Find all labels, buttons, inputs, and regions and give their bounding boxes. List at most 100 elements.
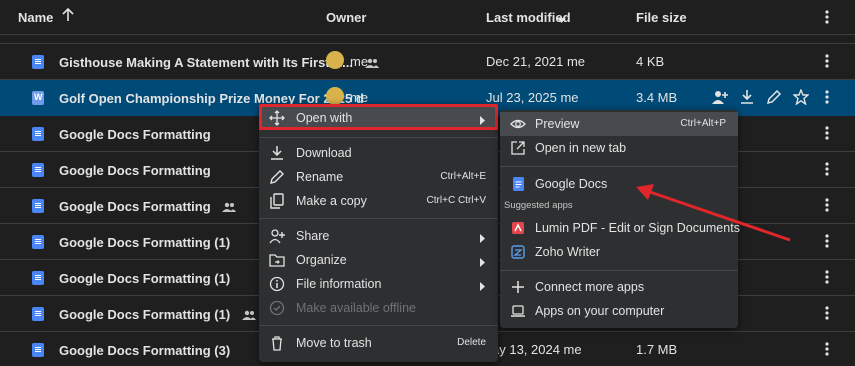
google-docs-file-icon [32, 343, 44, 357]
google-docs-file-icon [32, 55, 44, 69]
eye-icon [510, 116, 526, 132]
row-more-icon[interactable] [820, 197, 834, 215]
submenu-item-apps-on-computer[interactable]: Apps on your computer [500, 299, 738, 323]
word-file-icon: W [32, 91, 44, 105]
file-name: Google Docs Formatting (1) [59, 307, 256, 323]
column-file-size[interactable]: File size [636, 10, 687, 25]
sort-arrow-up-icon[interactable] [62, 7, 74, 25]
rename-pencil-icon[interactable] [766, 89, 782, 105]
download-icon[interactable] [739, 89, 755, 105]
share-person-add-icon[interactable] [712, 89, 728, 105]
sort-caret-down-icon[interactable] [557, 12, 566, 27]
size-text: 4 KB [636, 54, 665, 69]
submenu-label: Google Docs [535, 177, 608, 191]
menu-divider [259, 325, 498, 326]
submenu-shortcut: Ctrl+Alt+P [680, 118, 726, 129]
row-more-icon[interactable] [820, 125, 834, 143]
submenu-item-google-docs[interactable]: Google Docs [500, 172, 738, 196]
menu-divider [259, 137, 498, 138]
shared-people-icon [222, 200, 237, 215]
open-with-submenu: Preview Ctrl+Alt+P Open in new tab Googl… [500, 110, 740, 328]
menu-label: Move to trash [296, 336, 372, 350]
menu-shortcut: Ctrl+C Ctrl+V [426, 195, 486, 206]
folder-move-icon [269, 252, 285, 268]
annotation-highlight-box [259, 104, 498, 130]
zoho-writer-icon [510, 244, 526, 260]
file-name: Google Docs Formatting (1) [59, 271, 231, 286]
menu-label: Make available offline [296, 301, 416, 315]
suggested-apps-heading: Suggested apps [504, 200, 573, 211]
lumin-pdf-icon [510, 220, 526, 236]
word-file-letter: W [34, 92, 43, 102]
submenu-label: Preview [535, 117, 580, 131]
row-more-icon[interactable] [820, 89, 834, 107]
person-add-icon [269, 228, 285, 244]
owner-text: me [350, 54, 369, 69]
table-row[interactable]: Gisthouse Making A Statement with Its Fi… [0, 44, 855, 80]
menu-label: Share [296, 229, 330, 243]
submenu-item-preview[interactable]: Preview Ctrl+Alt+P [500, 112, 738, 136]
menu-label: Download [296, 146, 352, 160]
modified-text: ay 13, 2024 me [492, 342, 582, 357]
copy-icon [269, 193, 285, 209]
info-icon [269, 276, 285, 292]
offline-check-icon [269, 300, 285, 316]
modified-text: Dec 21, 2021 me [486, 54, 586, 69]
submenu-label: Apps on your computer [535, 304, 665, 318]
file-name: Google Docs Formatting [59, 127, 211, 142]
menu-item-move-to-trash[interactable]: Move to trash Delete [259, 331, 498, 355]
file-name: Google Docs Formatting [59, 163, 211, 178]
submenu-divider [500, 166, 738, 167]
row-more-icon[interactable] [820, 233, 834, 251]
menu-divider [259, 218, 498, 219]
menu-item-download[interactable]: Download [259, 141, 498, 165]
submenu-item-open-new-tab[interactable]: Open in new tab [500, 136, 738, 160]
submenu-label: Zoho Writer [535, 245, 601, 259]
row-more-icon[interactable] [820, 305, 834, 323]
row-more-icon[interactable] [820, 341, 834, 359]
submenu-label: Lumin PDF - Edit or Sign Documents [535, 221, 740, 235]
google-docs-file-icon [32, 127, 44, 141]
google-docs-file-icon [32, 307, 44, 321]
file-name-text: Google Docs Formatting (1) [59, 307, 231, 322]
google-docs-file-icon [32, 271, 44, 285]
menu-item-file-information[interactable]: File information [259, 272, 498, 296]
plus-icon [510, 279, 526, 295]
row-more-icon[interactable] [820, 53, 834, 71]
column-owner[interactable]: Owner [326, 10, 366, 25]
header-more-icon[interactable] [820, 9, 834, 28]
submenu-label: Connect more apps [535, 280, 645, 294]
owner-text: me [350, 90, 369, 105]
row-more-icon[interactable] [820, 161, 834, 179]
chevron-right-icon [480, 279, 486, 294]
google-docs-file-icon [32, 199, 44, 213]
column-name[interactable]: Name [18, 10, 53, 25]
submenu-item-zoho[interactable]: Zoho Writer [500, 240, 738, 264]
file-name: Google Docs Formatting (1) [59, 235, 231, 250]
menu-item-make-offline: Make available offline [259, 296, 498, 320]
file-name: Google Docs Formatting [59, 199, 237, 215]
pencil-icon [269, 169, 285, 185]
context-menu: Open with Download Rename Ctrl+Alt+E Mak… [259, 104, 498, 362]
owner-avatar [326, 87, 344, 105]
file-list-header: Name Owner Last modified File size [0, 0, 855, 35]
submenu-item-lumin[interactable]: Lumin PDF - Edit or Sign Documents [500, 216, 740, 240]
row-quick-actions [712, 88, 812, 107]
size-text: 1.7 MB [636, 342, 678, 357]
trash-icon [269, 335, 285, 351]
row-more-icon[interactable] [820, 269, 834, 287]
submenu-item-connect-more[interactable]: Connect more apps [500, 275, 738, 299]
menu-item-share[interactable]: Share [259, 224, 498, 248]
shared-people-icon [241, 308, 256, 323]
menu-shortcut: Ctrl+Alt+E [440, 171, 486, 182]
submenu-divider [500, 270, 738, 271]
file-name-text: Google Docs Formatting [59, 199, 211, 214]
star-icon[interactable] [792, 88, 810, 106]
menu-label: Make a copy [296, 194, 367, 208]
menu-item-organize[interactable]: Organize [259, 248, 498, 272]
google-docs-app-icon [510, 176, 526, 192]
submenu-label: Open in new tab [535, 141, 627, 155]
size-text: 3.4 MB [636, 90, 678, 105]
menu-item-rename[interactable]: Rename Ctrl+Alt+E [259, 165, 498, 189]
menu-item-make-copy[interactable]: Make a copy Ctrl+C Ctrl+V [259, 189, 498, 213]
